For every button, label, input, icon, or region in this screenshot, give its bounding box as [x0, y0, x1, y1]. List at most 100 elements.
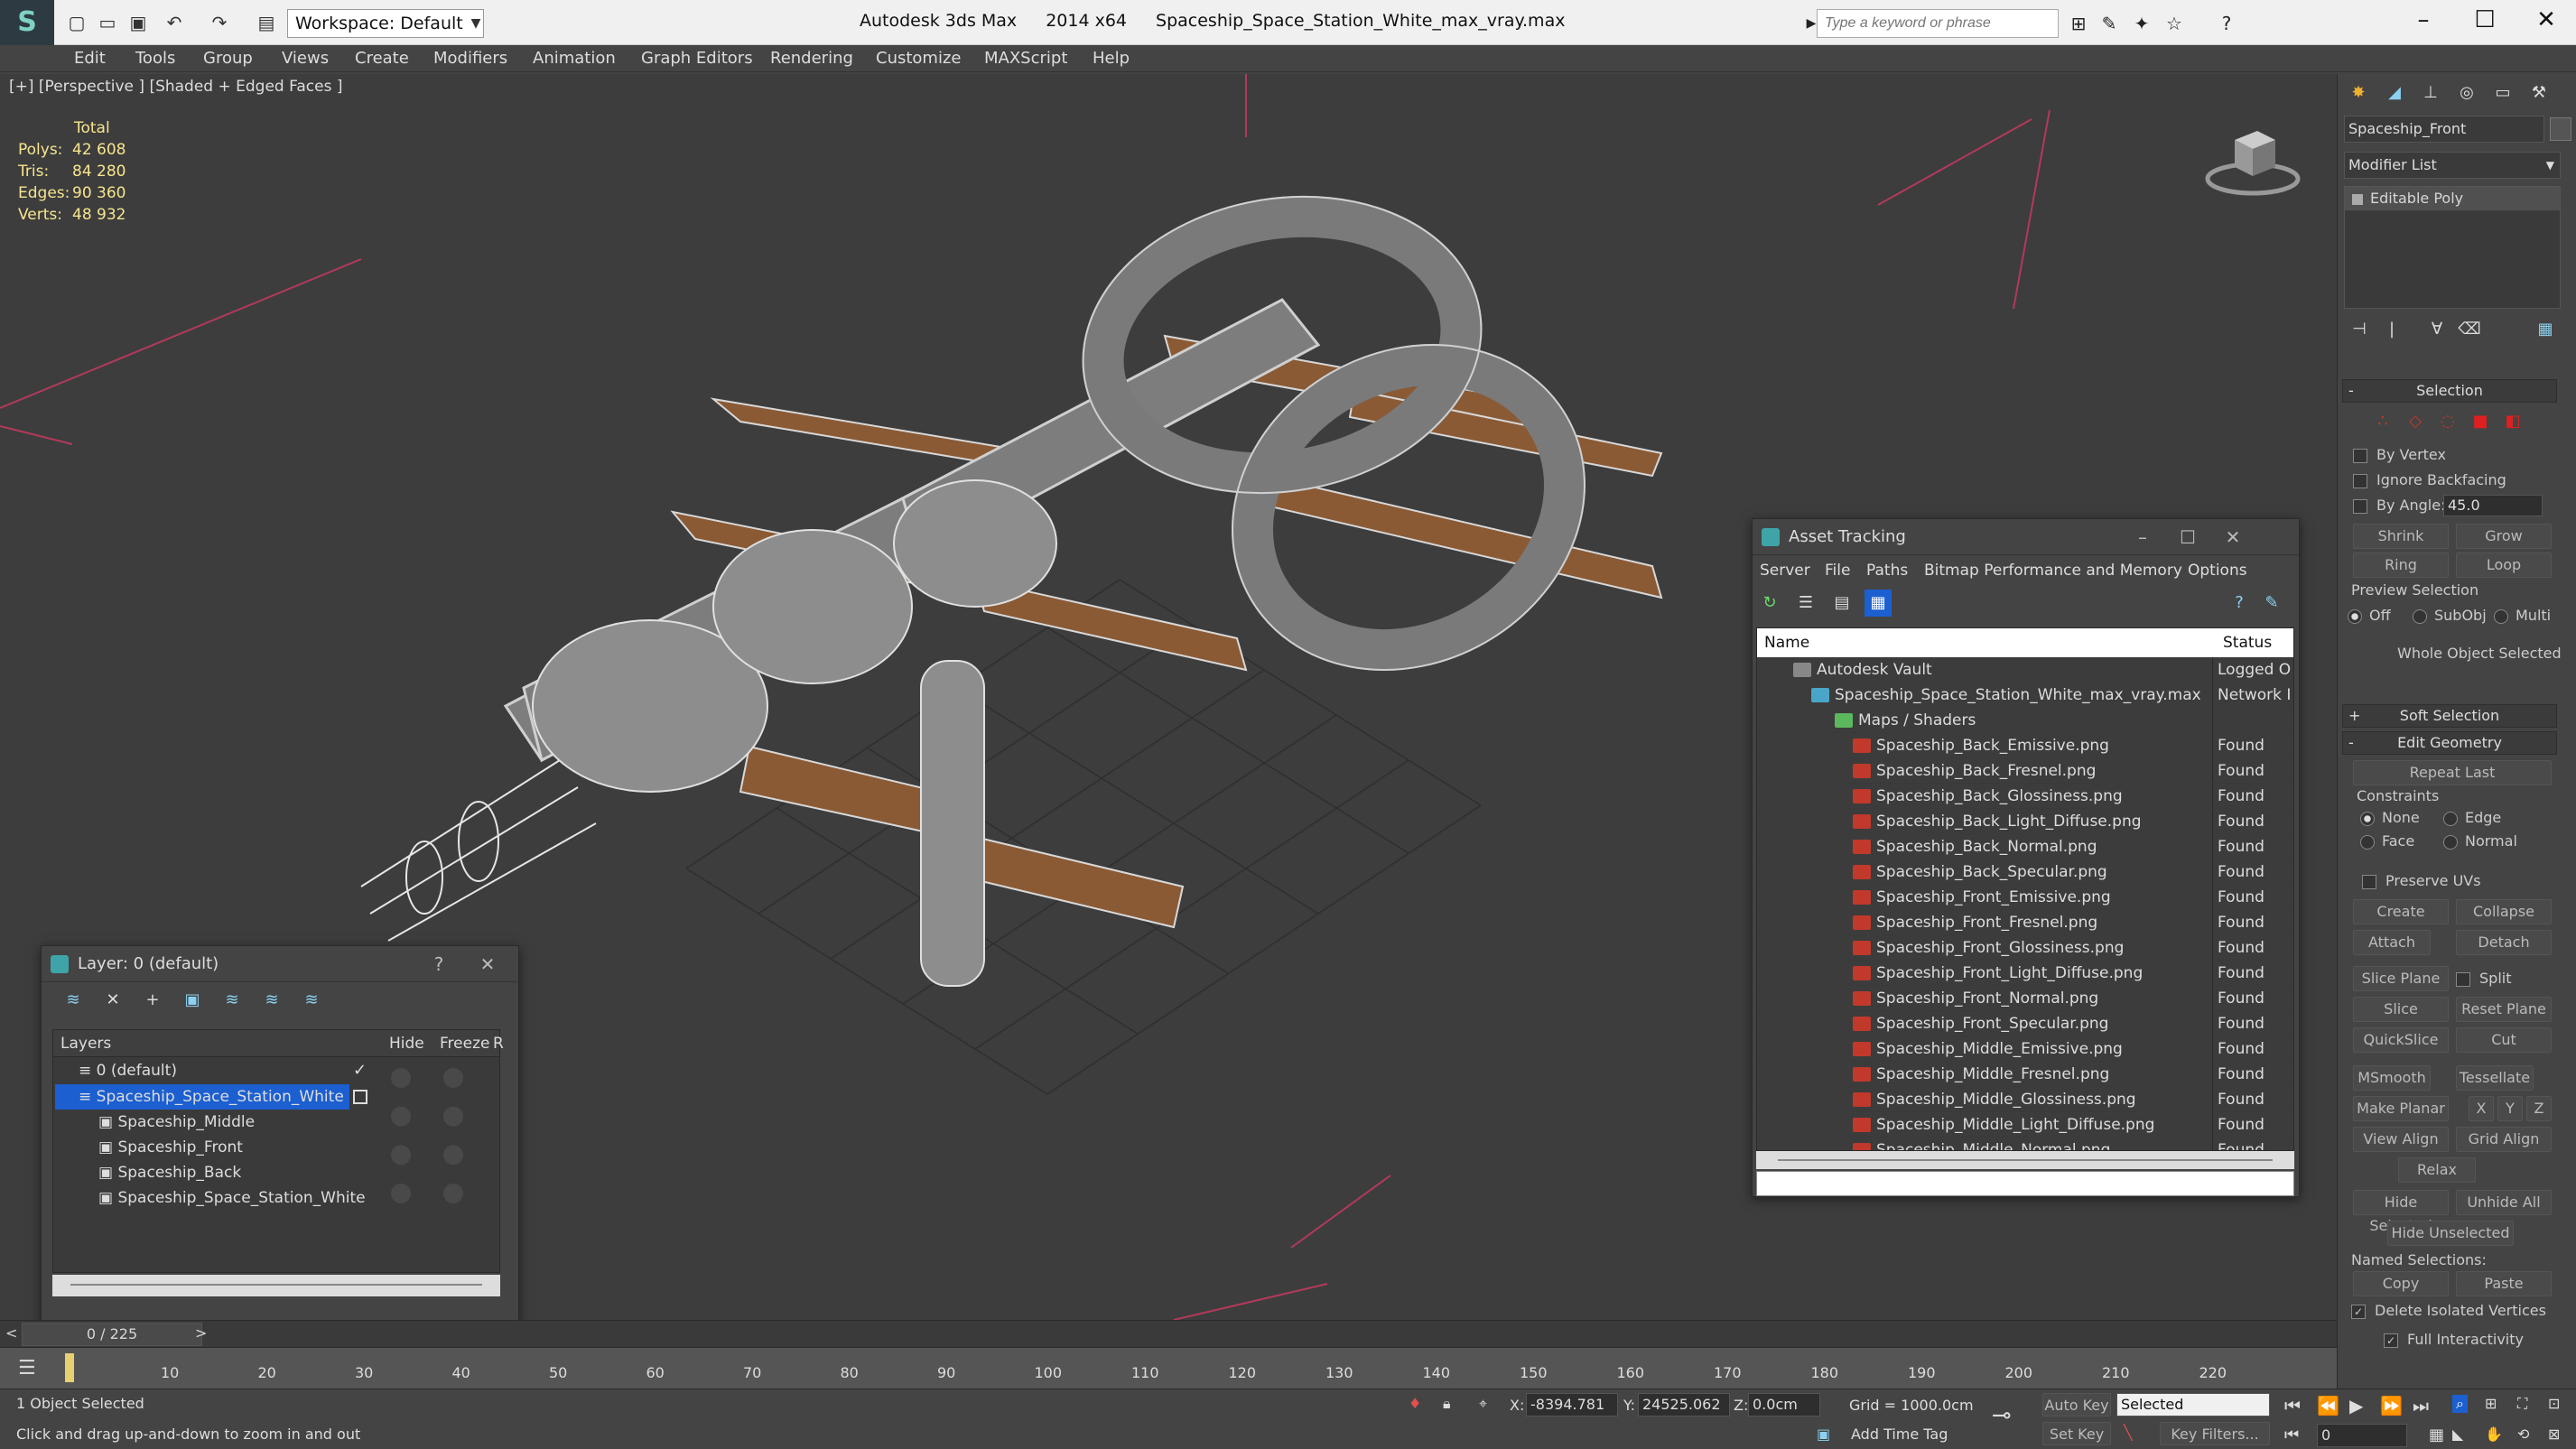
- asset-row-map[interactable]: Spaceship_Back_Specular.png Found: [1757, 859, 2293, 885]
- asset-scrollbar[interactable]: [1756, 1151, 2294, 1169]
- goto-end-icon[interactable]: ⏭: [2413, 1395, 2429, 1416]
- menu-group[interactable]: Group: [203, 45, 253, 72]
- orbit-icon[interactable]: ⟲: [2517, 1426, 2529, 1443]
- asset-row-map[interactable]: Spaceship_Middle_Glossiness.png Found: [1757, 1087, 2293, 1112]
- constraint-normal-option[interactable]: Normal: [2443, 832, 2517, 850]
- time-slider[interactable]: < 0 / 225 >: [0, 1320, 2337, 1347]
- favorites-star-icon[interactable]: ☆: [2162, 11, 2187, 36]
- checkbox[interactable]: [2353, 498, 2367, 514]
- asset-row-map[interactable]: Spaceship_Back_Fresnel.png Found: [1757, 758, 2293, 784]
- asset-menu-paths[interactable]: Paths: [1866, 555, 1908, 586]
- show-end-result-icon[interactable]: |: [2378, 316, 2405, 343]
- constraint-face-option[interactable]: Face: [2360, 832, 2414, 850]
- stack-item-editable-poly[interactable]: Editable Poly: [2345, 187, 2560, 210]
- key-mode-toggle-icon[interactable]: ⏮: [2284, 1426, 2299, 1444]
- pan-icon[interactable]: ✋: [2485, 1426, 2503, 1443]
- create-button[interactable]: Create: [2353, 899, 2449, 924]
- asset-tracking-titlebar[interactable]: Asset Tracking – ☐ ✕: [1753, 519, 2299, 555]
- grid-align-button[interactable]: Grid Align: [2456, 1127, 2552, 1152]
- close-icon[interactable]: ✕: [2215, 519, 2251, 555]
- select-objects-icon[interactable]: ▣: [179, 987, 206, 1014]
- save-icon[interactable]: ▣: [126, 11, 150, 34]
- checkbox[interactable]: ✓: [2351, 1304, 2366, 1319]
- field-of-view-icon[interactable]: ◣: [2452, 1426, 2463, 1443]
- modifier-list-dropdown[interactable]: Modifier List ▼: [2344, 152, 2561, 179]
- object-row-back[interactable]: ▣ Spaceship_Back: [98, 1160, 241, 1185]
- asset-row-map[interactable]: Spaceship_Front_Normal.png Found: [1757, 986, 2293, 1011]
- zoom-extents-all-icon[interactable]: ⊡: [2548, 1395, 2560, 1412]
- checkbox[interactable]: [2353, 473, 2367, 488]
- app-menu-icon[interactable]: S: [0, 0, 54, 45]
- y-coordinate-field[interactable]: 24525.062: [1638, 1393, 1730, 1416]
- shrink-button[interactable]: Shrink: [2353, 524, 2449, 549]
- menu-edit[interactable]: Edit: [74, 45, 106, 72]
- make-unique-icon[interactable]: ∀: [2423, 316, 2450, 343]
- viewcube-icon[interactable]: [2203, 117, 2302, 199]
- freeze-all-icon[interactable]: ≋: [298, 987, 325, 1014]
- delete-isolated-option[interactable]: ✓ Delete Isolated Vertices: [2351, 1302, 2546, 1319]
- time-slider-thumb[interactable]: 0 / 225: [22, 1323, 202, 1346]
- track-bar[interactable]: ☰ 10 20 30 40 50 60 70 80 90 100 110 120 130 140 150 16…: [0, 1347, 2337, 1389]
- grow-button[interactable]: Grow: [2456, 524, 2552, 549]
- radio[interactable]: [2494, 608, 2508, 624]
- view-align-button[interactable]: View Align: [2353, 1127, 2449, 1152]
- delete-layer-icon[interactable]: ✕: [99, 987, 126, 1014]
- collapse-button[interactable]: Collapse: [2456, 899, 2552, 924]
- asset-row-map[interactable]: Spaceship_Front_Specular.png Found: [1757, 1011, 2293, 1036]
- checkbox[interactable]: [2353, 448, 2367, 463]
- ring-button[interactable]: Ring: [2353, 553, 2449, 578]
- refresh-icon[interactable]: ↻: [1756, 590, 1783, 617]
- asset-row-map[interactable]: Spaceship_Front_Fresnel.png Found: [1757, 910, 2293, 935]
- radio[interactable]: [2348, 608, 2362, 624]
- time-config-icon[interactable]: ▦: [2429, 1426, 2444, 1444]
- layer-row-default[interactable]: ≡ 0 (default): [79, 1058, 177, 1083]
- preserve-uvs-option[interactable]: Preserve UVs: [2362, 872, 2481, 889]
- menu-modifiers[interactable]: Modifiers: [433, 45, 507, 72]
- remove-modifier-icon[interactable]: ⌫: [2456, 316, 2483, 343]
- object-color-swatch[interactable]: [2550, 117, 2571, 141]
- ignore-backfacing-option[interactable]: Ignore Backfacing: [2353, 471, 2506, 488]
- menu-views[interactable]: Views: [282, 45, 329, 72]
- asset-row-map[interactable]: Spaceship_Middle_Normal.png Found: [1757, 1138, 2293, 1150]
- asset-menu-options[interactable]: Options: [2188, 555, 2247, 586]
- minimize-icon[interactable]: –: [2125, 519, 2161, 555]
- asset-row-map[interactable]: Spaceship_Front_Emissive.png Found: [1757, 885, 2293, 910]
- pin-stack-icon[interactable]: ⊣: [2346, 316, 2373, 343]
- checkbox[interactable]: [2362, 874, 2376, 889]
- auto-key-button[interactable]: Auto Key: [2042, 1393, 2111, 1416]
- rollout-edit-geometry[interactable]: - Edit Geometry: [2342, 731, 2557, 755]
- layer-row-station[interactable]: ≡ Spaceship_Space_Station_White: [55, 1084, 349, 1110]
- asset-row-map[interactable]: Spaceship_Middle_Emissive.png Found: [1757, 1036, 2293, 1062]
- checkbox[interactable]: ✓: [2384, 1333, 2398, 1348]
- viewport-label[interactable]: [+] [Perspective ] [Shaded + Edged Faces…: [9, 78, 342, 96]
- planar-x-button[interactable]: X: [2469, 1096, 2494, 1121]
- col-freeze[interactable]: Freeze: [440, 1035, 489, 1053]
- unhide-all-button[interactable]: Unhide All: [2456, 1190, 2552, 1215]
- hierarchy-tab-icon[interactable]: ⊥: [2417, 79, 2444, 107]
- undo-icon[interactable]: ↶: [163, 11, 186, 34]
- col-layers[interactable]: Layers: [60, 1035, 111, 1053]
- make-planar-button[interactable]: Make Planar: [2353, 1096, 2449, 1121]
- asset-row-map[interactable]: Spaceship_Back_Glossiness.png Found: [1757, 784, 2293, 809]
- hide-all-icon[interactable]: ≋: [258, 987, 285, 1014]
- preview-subobj-option[interactable]: SubObj: [2413, 607, 2487, 624]
- menu-customize[interactable]: Customize: [876, 45, 961, 72]
- constraint-edge-option[interactable]: Edge: [2443, 809, 2501, 826]
- perspective-viewport[interactable]: [+] [Perspective ] [Shaded + Edged Faces…: [0, 74, 2337, 1320]
- new-file-icon[interactable]: ▢: [65, 11, 88, 34]
- display-tab-icon[interactable]: ▭: [2489, 79, 2516, 107]
- reset-plane-button[interactable]: Reset Plane: [2456, 997, 2552, 1022]
- freeze-column-toggles[interactable]: [443, 1068, 463, 1203]
- binoculars-icon[interactable]: ⊞: [2066, 11, 2091, 36]
- msmooth-button[interactable]: MSmooth: [2353, 1065, 2431, 1091]
- selection-lock-icon[interactable]: ♦: [1409, 1395, 1421, 1412]
- modify-tab-icon[interactable]: ◢: [2381, 79, 2408, 107]
- border-mode-icon[interactable]: ◌: [2436, 408, 2460, 435]
- help-icon[interactable]: ?: [2214, 11, 2239, 36]
- object-row-station[interactable]: ▣ Spaceship_Space_Station_White: [98, 1185, 366, 1211]
- col-hide[interactable]: Hide: [389, 1035, 424, 1053]
- help-icon[interactable]: ?: [421, 946, 457, 982]
- play-icon[interactable]: ▶: [2349, 1395, 2363, 1416]
- subscription-icon[interactable]: ✦: [2129, 11, 2154, 36]
- search-input[interactable]: [1817, 9, 2059, 38]
